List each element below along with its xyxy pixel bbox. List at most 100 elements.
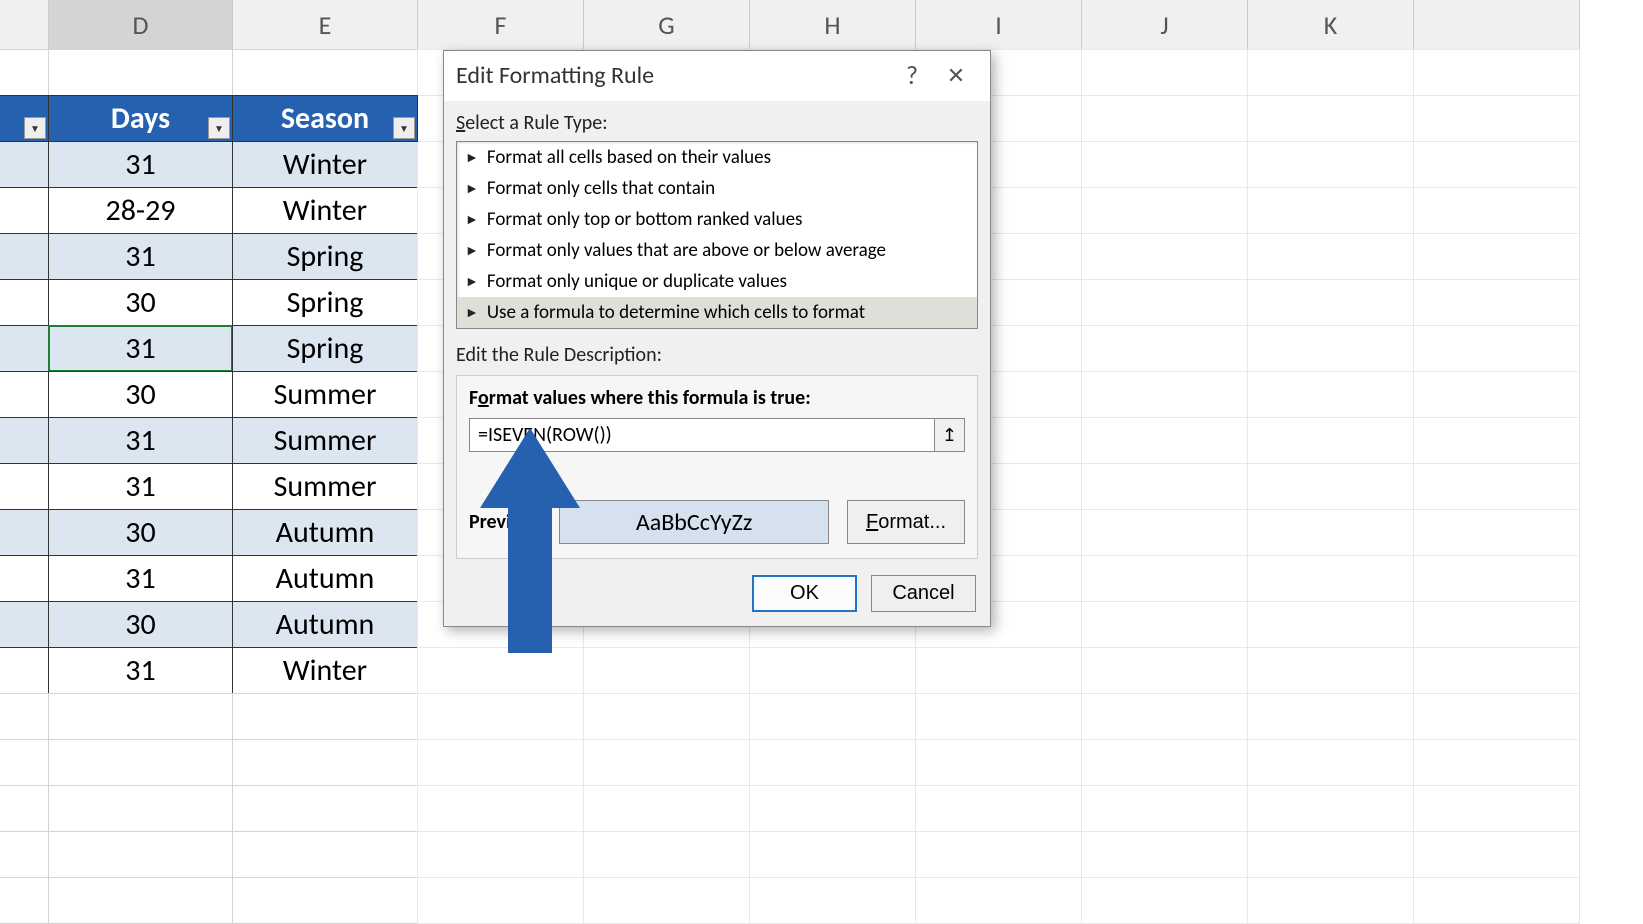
cell[interactable]	[1413, 325, 1580, 372]
cell[interactable]	[749, 647, 916, 694]
cell-days[interactable]: 31	[48, 325, 233, 372]
cell[interactable]	[1413, 141, 1580, 188]
cell-days[interactable]: 31	[48, 417, 233, 464]
cell[interactable]	[1081, 463, 1248, 510]
cell-days[interactable]: 30	[48, 279, 233, 326]
cell-season[interactable]: Winter	[232, 141, 418, 188]
cell[interactable]	[1413, 463, 1580, 510]
cell-season[interactable]: Summer	[232, 417, 418, 464]
cell[interactable]	[417, 785, 584, 832]
cell[interactable]	[1247, 95, 1414, 142]
cell[interactable]	[1081, 233, 1248, 280]
cell[interactable]	[0, 555, 49, 602]
rule-type-item[interactable]: ►Format all cells based on their values	[457, 142, 977, 173]
column-header-j[interactable]: J	[1081, 0, 1248, 50]
cell[interactable]	[1413, 417, 1580, 464]
cell-season[interactable]: Autumn	[232, 555, 418, 602]
cell[interactable]	[0, 831, 49, 878]
cell[interactable]	[232, 693, 418, 740]
cell-days[interactable]: 31	[48, 647, 233, 694]
cell[interactable]	[1247, 187, 1414, 234]
cell[interactable]	[1247, 693, 1414, 740]
table-header-days[interactable]: Days ▼	[48, 95, 233, 142]
cell[interactable]	[1413, 555, 1580, 602]
cell[interactable]	[915, 647, 1082, 694]
cell-season[interactable]: Winter	[232, 187, 418, 234]
collapse-range-button[interactable]: ↥	[935, 418, 965, 452]
cell[interactable]	[0, 739, 49, 786]
cell[interactable]	[1247, 325, 1414, 372]
rule-type-item[interactable]: ►Format only cells that contain	[457, 173, 977, 204]
column-header-f[interactable]: F	[417, 0, 584, 50]
cell-days[interactable]: 31	[48, 141, 233, 188]
cell[interactable]	[1081, 785, 1248, 832]
cell[interactable]	[232, 739, 418, 786]
cell[interactable]	[1081, 141, 1248, 188]
cell[interactable]	[1081, 279, 1248, 326]
cell[interactable]	[583, 785, 750, 832]
cell[interactable]	[0, 463, 49, 510]
cell[interactable]	[0, 141, 49, 188]
cell[interactable]	[0, 509, 49, 556]
cell-season[interactable]: Autumn	[232, 509, 418, 556]
cell[interactable]	[48, 785, 233, 832]
cell[interactable]	[0, 647, 49, 694]
ok-button[interactable]: OK	[752, 575, 857, 612]
cell[interactable]	[0, 601, 49, 648]
filter-cell[interactable]: ▼	[0, 95, 49, 142]
cell-season[interactable]: Autumn	[232, 601, 418, 648]
cell-days[interactable]: 28-29	[48, 187, 233, 234]
cell[interactable]	[1413, 509, 1580, 556]
cell[interactable]	[417, 647, 584, 694]
cell[interactable]	[1081, 371, 1248, 418]
cancel-button[interactable]: Cancel	[871, 575, 976, 612]
cell-season[interactable]: Spring	[232, 279, 418, 326]
cell[interactable]	[749, 739, 916, 786]
cell[interactable]	[48, 831, 233, 878]
rule-type-list[interactable]: ►Format all cells based on their values►…	[456, 141, 978, 329]
cell[interactable]	[1413, 95, 1580, 142]
cell[interactable]	[1413, 693, 1580, 740]
cell[interactable]	[0, 187, 49, 234]
cell[interactable]	[749, 693, 916, 740]
rule-type-item[interactable]: ►Use a formula to determine which cells …	[457, 297, 977, 328]
cell[interactable]	[0, 233, 49, 280]
cell[interactable]	[1081, 693, 1248, 740]
cell[interactable]	[1413, 739, 1580, 786]
cell[interactable]	[1247, 647, 1414, 694]
column-header-k[interactable]: K	[1247, 0, 1414, 50]
cell[interactable]	[1247, 739, 1414, 786]
cell[interactable]	[1081, 509, 1248, 556]
cell[interactable]	[1247, 831, 1414, 878]
cell[interactable]	[232, 877, 418, 924]
cell[interactable]	[417, 831, 584, 878]
cell[interactable]	[1247, 417, 1414, 464]
cell-days[interactable]: 30	[48, 509, 233, 556]
filter-dropdown-icon[interactable]: ▼	[208, 117, 230, 139]
cell[interactable]	[0, 49, 49, 96]
cell[interactable]	[1413, 601, 1580, 648]
cell[interactable]	[1413, 647, 1580, 694]
cell[interactable]	[1247, 279, 1414, 326]
cell-season[interactable]: Spring	[232, 233, 418, 280]
cell[interactable]	[0, 417, 49, 464]
cell[interactable]	[1247, 601, 1414, 648]
cell[interactable]	[48, 49, 233, 96]
cell-days[interactable]: 31	[48, 555, 233, 602]
cell[interactable]	[915, 831, 1082, 878]
cell-season[interactable]: Spring	[232, 325, 418, 372]
cell-days[interactable]: 31	[48, 463, 233, 510]
column-header-d[interactable]: D	[48, 0, 233, 50]
cell[interactable]	[1081, 49, 1248, 96]
cell[interactable]	[0, 877, 49, 924]
cell[interactable]	[417, 877, 584, 924]
cell[interactable]	[749, 877, 916, 924]
cell[interactable]	[915, 693, 1082, 740]
cell[interactable]	[583, 647, 750, 694]
cell[interactable]	[1413, 877, 1580, 924]
cell[interactable]	[915, 739, 1082, 786]
column-header-h[interactable]: H	[749, 0, 916, 50]
cell[interactable]	[915, 785, 1082, 832]
cell[interactable]	[1247, 49, 1414, 96]
cell-days[interactable]: 30	[48, 371, 233, 418]
